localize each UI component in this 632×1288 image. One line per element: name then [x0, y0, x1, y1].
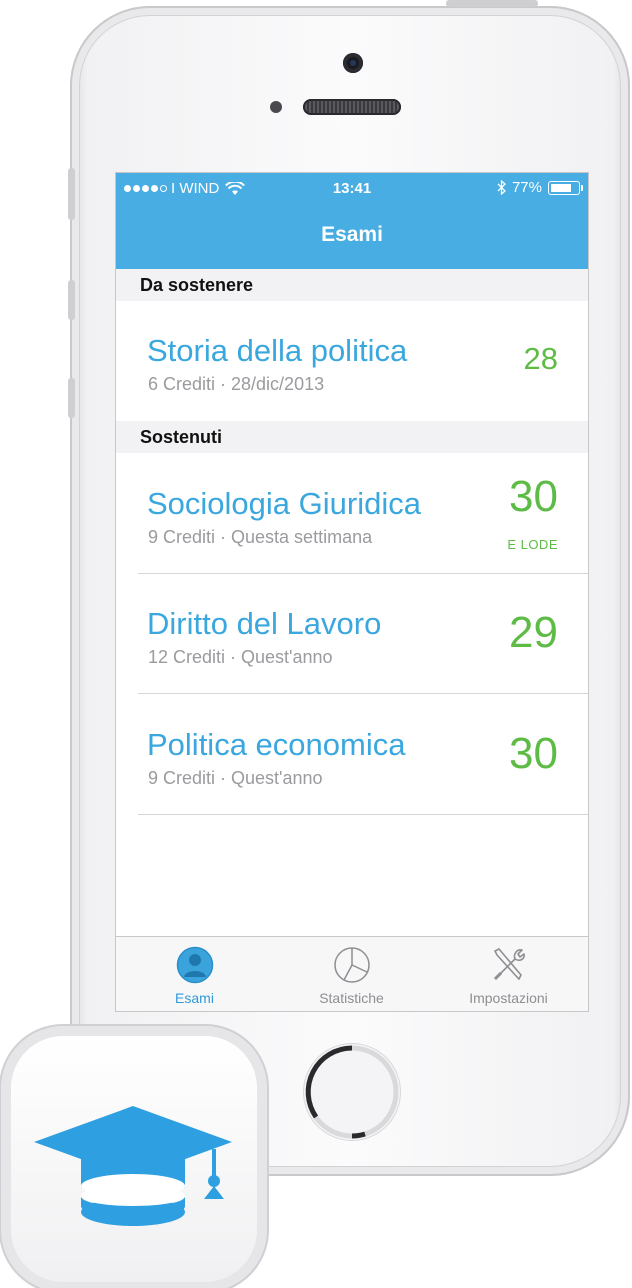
pie-chart-icon — [334, 947, 370, 983]
exam-grade: 30 — [509, 472, 558, 521]
section-header-sostenuti: Sostenuti — [116, 421, 588, 453]
exam-subtitle: 9 Crediti · Questa settimana — [148, 527, 373, 547]
app-icon[interactable] — [11, 1036, 257, 1282]
volume-up-button — [68, 280, 75, 320]
front-camera — [343, 53, 363, 73]
tab-label: Impostazioni — [469, 990, 548, 1006]
navigation-bar: I WIND 13:41 77% Esami — [116, 173, 588, 269]
tab-statistiche[interactable]: Statistiche — [273, 937, 430, 1011]
graduation-cap-icon — [34, 1106, 232, 1226]
tab-esami[interactable]: Esami — [116, 937, 273, 1011]
exam-subtitle: 9 Crediti · Quest'anno — [148, 768, 323, 788]
tools-icon — [493, 948, 525, 981]
row-divider — [138, 693, 588, 694]
exam-row[interactable]: Storia della politica 6 Crediti · 28/dic… — [116, 301, 588, 421]
user-icon — [176, 946, 214, 984]
exam-subtitle: 12 Crediti · Quest'anno — [148, 647, 333, 667]
phone-screen: I WIND 13:41 77% Esami Da sostenere Stor… — [116, 173, 588, 1011]
battery-icon — [548, 180, 583, 195]
home-button[interactable] — [303, 1043, 401, 1141]
row-divider — [138, 814, 588, 815]
exam-row[interactable]: Politica economica 9 Crediti · Quest'ann… — [116, 695, 588, 815]
exam-grade: 28 — [523, 341, 558, 376]
exam-subtitle: 6 Crediti · 28/dic/2013 — [148, 374, 325, 394]
tab-impostazioni[interactable]: Impostazioni — [430, 937, 587, 1011]
proximity-sensor — [270, 101, 282, 113]
bluetooth-icon — [497, 180, 506, 195]
power-button — [446, 0, 538, 7]
exam-title: Sociologia Giuridica — [147, 486, 421, 521]
exam-title: Storia della politica — [147, 333, 408, 368]
exam-row[interactable]: Sociologia Giuridica 9 Crediti · Questa … — [116, 454, 588, 574]
earpiece-speaker — [303, 99, 401, 115]
volume-down-button — [68, 378, 75, 418]
tab-label: Statistiche — [319, 990, 384, 1006]
honors-label: E LODE — [507, 537, 558, 552]
mute-switch — [68, 168, 75, 220]
exam-grade: 30 — [509, 729, 558, 778]
tab-label: Esami — [175, 990, 214, 1006]
battery-percentage: 77% — [511, 179, 542, 196]
section-header-da-sostenere: Da sostenere — [116, 269, 588, 301]
exam-title: Diritto del Lavoro — [147, 606, 382, 641]
page-title: Esami — [321, 223, 383, 246]
exam-row[interactable]: Diritto del Lavoro 12 Crediti · Quest'an… — [116, 574, 588, 694]
tab-bar: Esami Statistiche Impostazioni — [116, 936, 588, 1011]
loading-ring-icon — [305, 1045, 399, 1139]
status-bar: I WIND 13:41 77% — [116, 173, 588, 205]
exam-grade: 29 — [509, 608, 558, 657]
exam-title: Politica economica — [147, 727, 406, 762]
